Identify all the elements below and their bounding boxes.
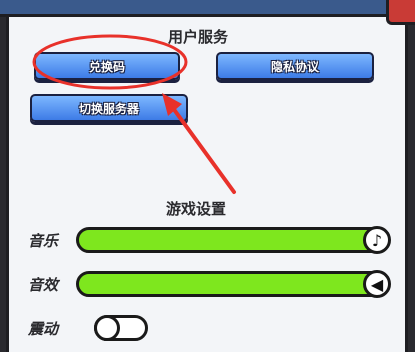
- game-settings-title: 游戏设置: [166, 200, 227, 218]
- sfx-label: 音效: [28, 276, 59, 294]
- vibration-label: 震动: [28, 320, 59, 338]
- game-window: 用户服务 兑换码 隐私协议 切换服务器 游戏设置 音乐 ♪ 音效 ◀ 震动: [0, 0, 415, 352]
- music-label: 音乐: [28, 232, 59, 250]
- music-note-icon[interactable]: ♪: [363, 226, 391, 254]
- redeem-code-button[interactable]: 兑换码: [34, 52, 180, 80]
- sfx-slider[interactable]: ◀: [76, 270, 391, 298]
- privacy-policy-button[interactable]: 隐私协议: [216, 52, 374, 80]
- close-button[interactable]: [386, 0, 415, 25]
- speaker-icon[interactable]: ◀: [363, 270, 391, 298]
- vibration-toggle[interactable]: [94, 315, 148, 341]
- music-slider[interactable]: ♪: [76, 226, 391, 254]
- switch-server-button[interactable]: 切换服务器: [30, 94, 188, 122]
- toggle-knob: [94, 315, 120, 341]
- panel-header-edge: [0, 0, 415, 17]
- user-services-title: 用户服务: [168, 28, 229, 46]
